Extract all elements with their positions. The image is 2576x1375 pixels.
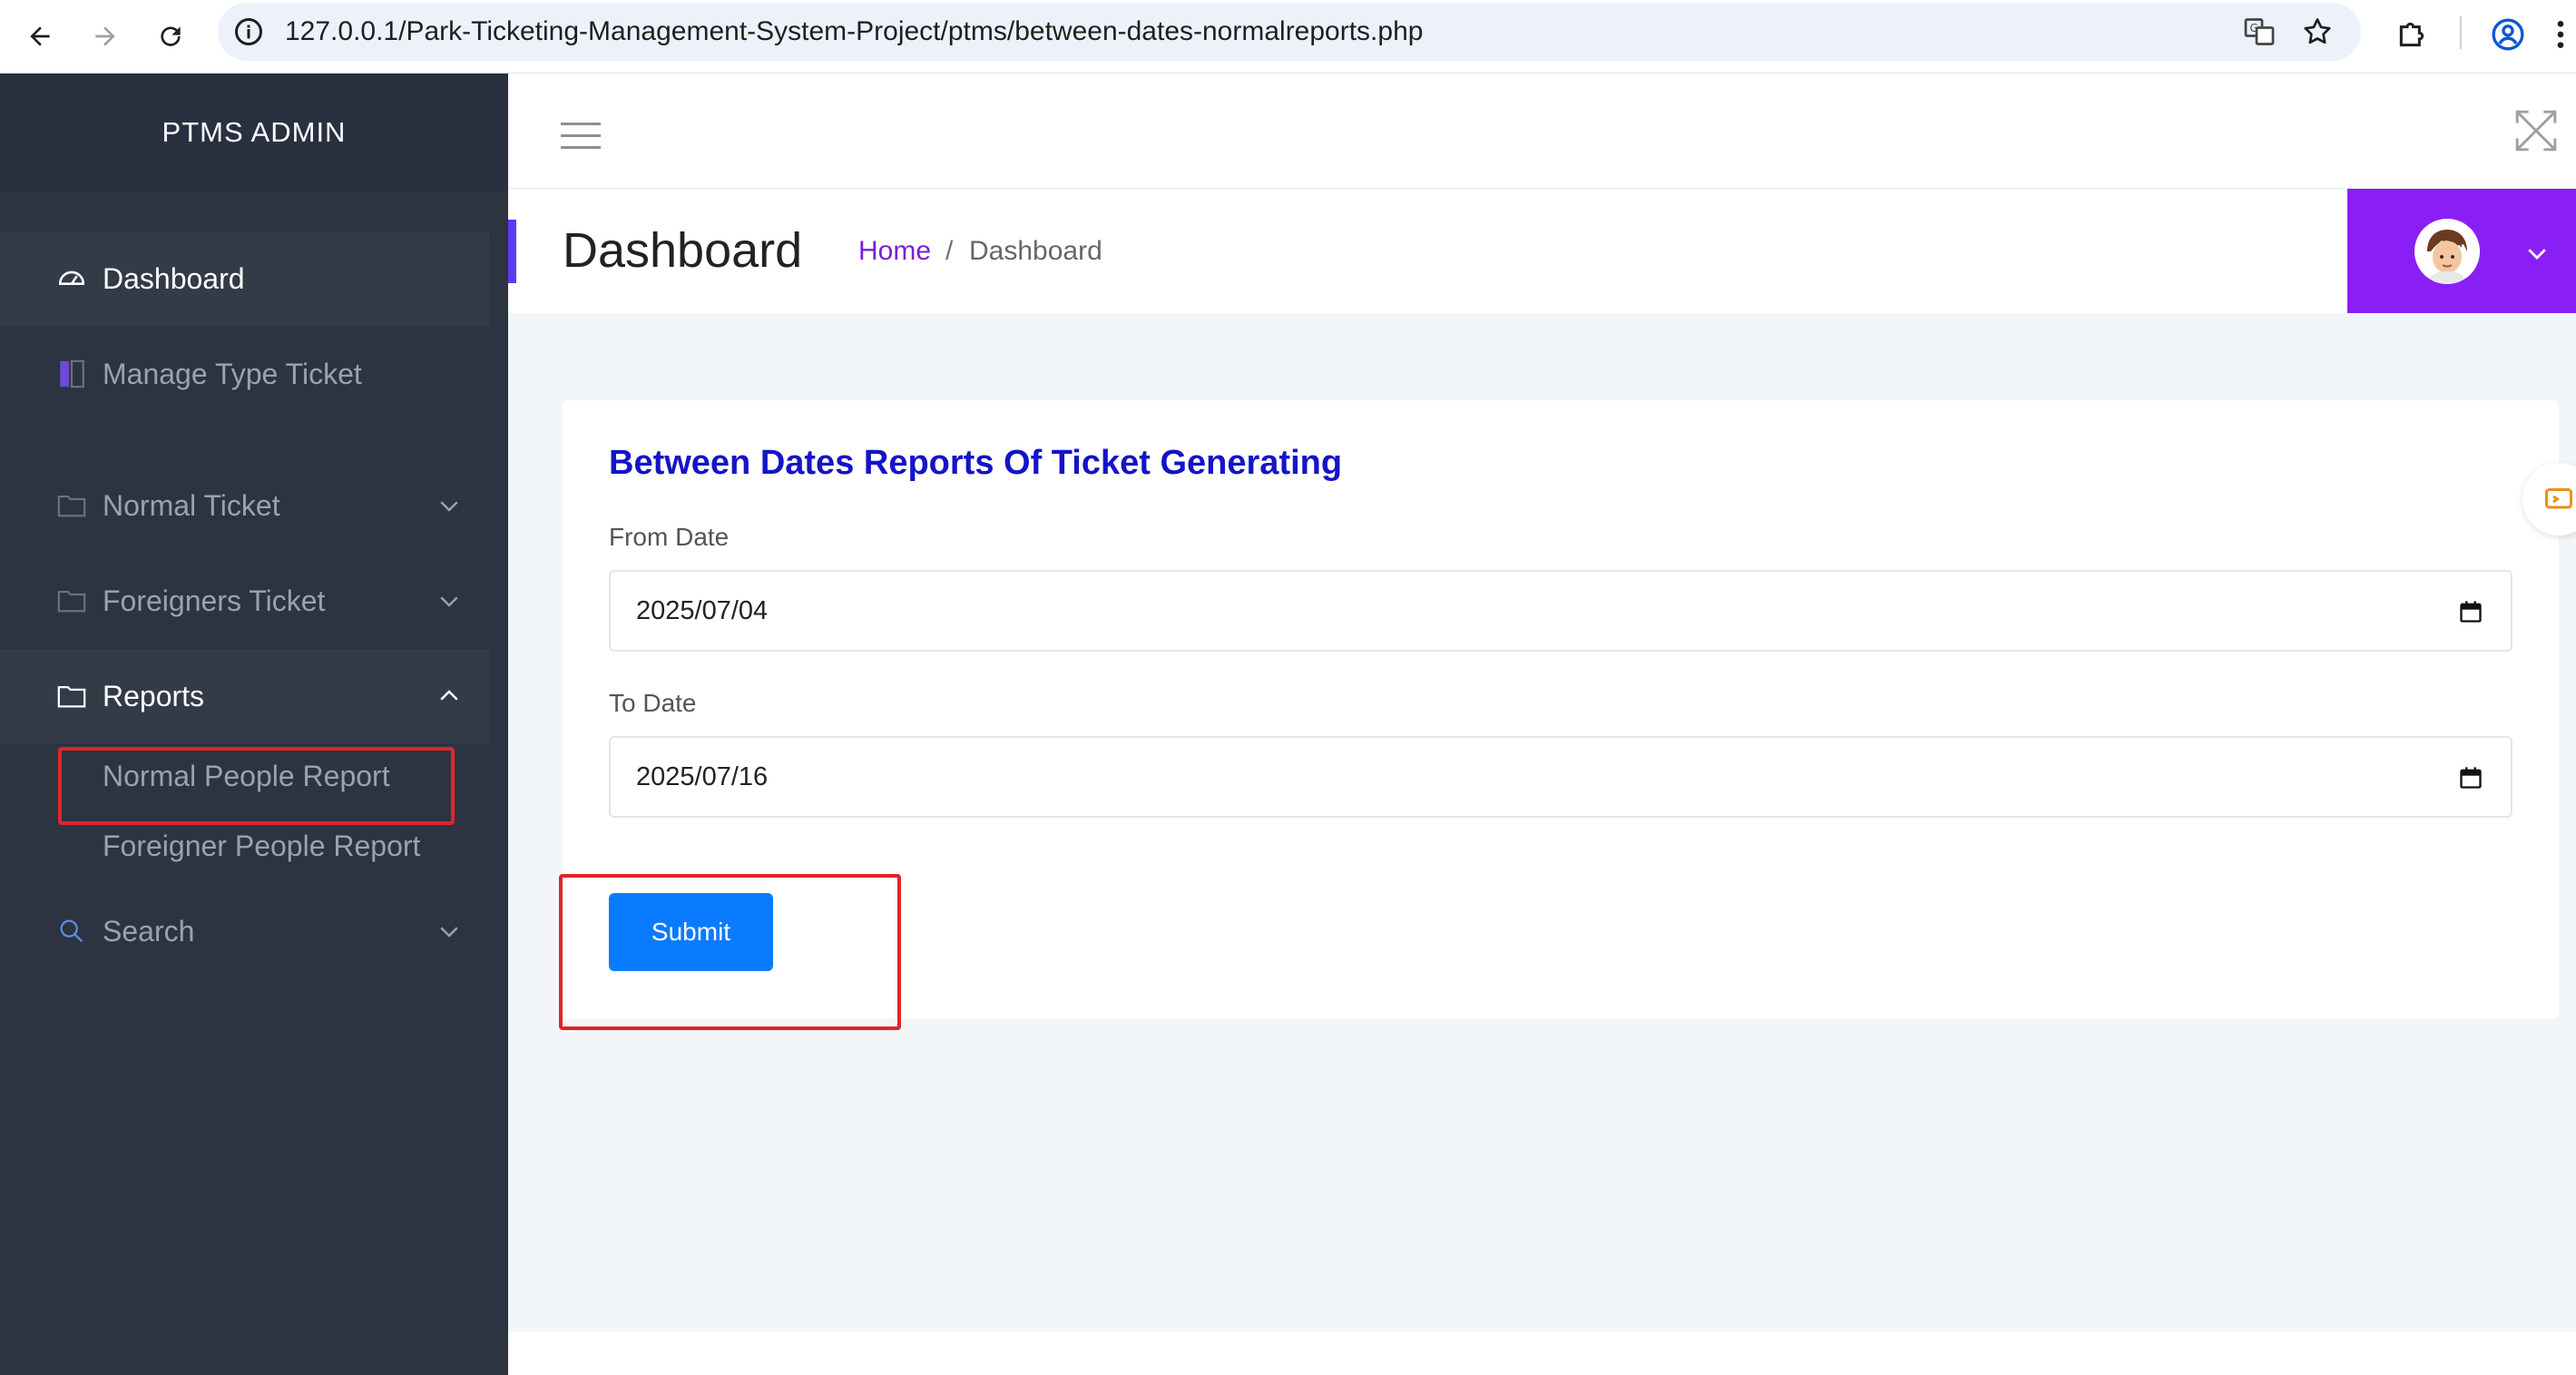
url-text[interactable]: 127.0.0.1/Park-Ticketing-Management-Syst… — [285, 3, 1423, 61]
browser-toolbar: 127.0.0.1/Park-Ticketing-Management-Syst… — [0, 0, 2576, 74]
svg-text:G: G — [2250, 22, 2258, 34]
search-icon — [60, 919, 83, 943]
reload-button[interactable] — [145, 11, 196, 62]
folder-icon — [57, 496, 86, 517]
to-date-input[interactable]: 2025/07/16 — [609, 736, 2512, 818]
calendar-icon[interactable] — [2458, 765, 2483, 791]
sidebar: PTMS ADMIN Dashboard Manage Type Ticket … — [0, 74, 508, 1375]
chevron-down-icon — [440, 501, 458, 512]
browser-menu-icon[interactable] — [2550, 16, 2571, 53]
sidebar-item-label: Foreigners Ticket — [103, 584, 326, 617]
chevron-down-icon — [440, 596, 458, 607]
hamburger-menu-icon[interactable] — [561, 123, 601, 150]
chat-widget-icon — [2545, 488, 2572, 509]
forward-button[interactable] — [80, 11, 131, 62]
page-header: Dashboard Home / Dashboard — [508, 189, 2576, 313]
user-avatar-icon — [2414, 219, 2480, 284]
chevron-down-icon[interactable] — [2523, 240, 2551, 267]
from-date-input[interactable]: 2025/07/04 — [609, 570, 2512, 652]
footer-strip — [508, 1331, 2576, 1375]
breadcrumb-home-link[interactable]: Home — [858, 189, 931, 313]
brand-title[interactable]: PTMS ADMIN — [0, 74, 508, 192]
profile-icon[interactable] — [2490, 16, 2526, 53]
user-menu[interactable] — [2347, 189, 2576, 313]
highlight-box — [58, 747, 455, 825]
fullscreen-icon[interactable] — [2513, 108, 2559, 153]
folder-icon — [57, 591, 86, 613]
sidebar-item-label: Manage Type Ticket — [103, 357, 362, 390]
highlight-box — [559, 874, 901, 1030]
sidebar-item-normal-ticket[interactable]: Normal Ticket — [0, 458, 490, 553]
sidebar-item-label: Reports — [103, 679, 205, 712]
book-icon — [60, 359, 84, 388]
reload-icon — [161, 26, 181, 46]
sidebar-item-manage-type-ticket[interactable]: Manage Type Ticket — [0, 327, 490, 421]
forward-arrow-icon — [95, 26, 115, 46]
sidebar-item-label: Normal Ticket — [103, 488, 280, 522]
top-navbar — [508, 74, 2576, 189]
back-arrow-icon — [30, 26, 50, 46]
chevron-up-icon — [440, 690, 458, 701]
calendar-icon[interactable] — [2458, 599, 2483, 624]
address-bar[interactable]: 127.0.0.1/Park-Ticketing-Management-Syst… — [218, 3, 2361, 61]
breadcrumb-current: Dashboard — [969, 236, 1102, 266]
sidebar-item-label: Search — [103, 914, 195, 948]
header-accent-bar — [508, 220, 516, 283]
folder-icon — [57, 685, 86, 708]
extensions-puzzle-icon[interactable] — [2394, 16, 2430, 53]
form-title: Between Dates Reports Of Ticket Generati… — [609, 444, 1343, 482]
toolbar-divider — [2460, 16, 2462, 49]
bookmark-star-icon[interactable] — [2301, 15, 2334, 48]
sidebar-item-dashboard[interactable]: Dashboard — [0, 231, 490, 326]
sidebar-item-foreigners-ticket[interactable]: Foreigners Ticket — [0, 554, 490, 648]
sidebar-item-search[interactable]: Search — [0, 884, 490, 978]
from-date-label: From Date — [609, 523, 730, 551]
site-info-icon[interactable] — [232, 15, 265, 48]
translate-icon[interactable]: G — [2243, 15, 2276, 48]
breadcrumb-separator: / — [945, 236, 954, 266]
sidebar-item-label: Dashboard — [103, 261, 245, 295]
to-date-label: To Date — [609, 689, 697, 717]
back-button[interactable] — [15, 11, 65, 62]
chevron-down-icon — [440, 927, 458, 938]
to-date-value[interactable]: 2025/07/16 — [636, 738, 768, 816]
from-date-value[interactable]: 2025/07/04 — [636, 572, 768, 650]
dashboard-gauge-icon — [58, 270, 85, 285]
sidebar-item-reports[interactable]: Reports — [0, 649, 490, 743]
page-title: Dashboard — [563, 223, 803, 278]
submenu-foreigner-people-report[interactable]: Foreigner People Report — [103, 830, 420, 863]
avatar[interactable] — [2414, 219, 2480, 284]
